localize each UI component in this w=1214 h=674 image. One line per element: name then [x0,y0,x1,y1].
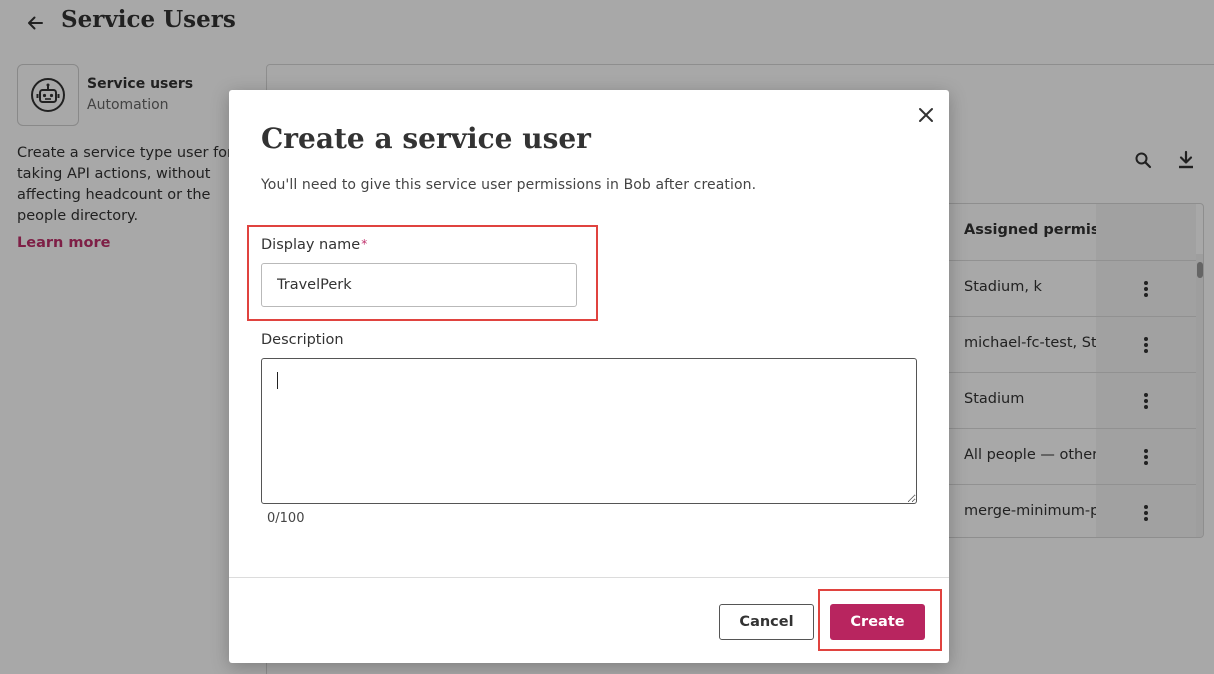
dialog-subtitle: You'll need to give this service user pe… [261,177,757,193]
dialog-footer-divider [229,577,949,578]
text-caret [277,372,278,389]
display-name-label: Display name* [261,237,367,253]
dialog-title: Create a service user [261,122,591,155]
description-textarea[interactable] [261,358,917,504]
required-marker: * [361,237,368,251]
display-name-input[interactable] [261,263,577,307]
description-char-count: 0/100 [267,511,305,526]
description-label: Description [261,332,344,348]
display-name-label-text: Display name [261,237,361,253]
create-service-user-dialog: Create a service user You'll need to giv… [229,90,949,663]
close-icon[interactable] [913,102,939,128]
create-button-highlight [818,589,942,651]
cancel-button[interactable]: Cancel [719,604,814,640]
